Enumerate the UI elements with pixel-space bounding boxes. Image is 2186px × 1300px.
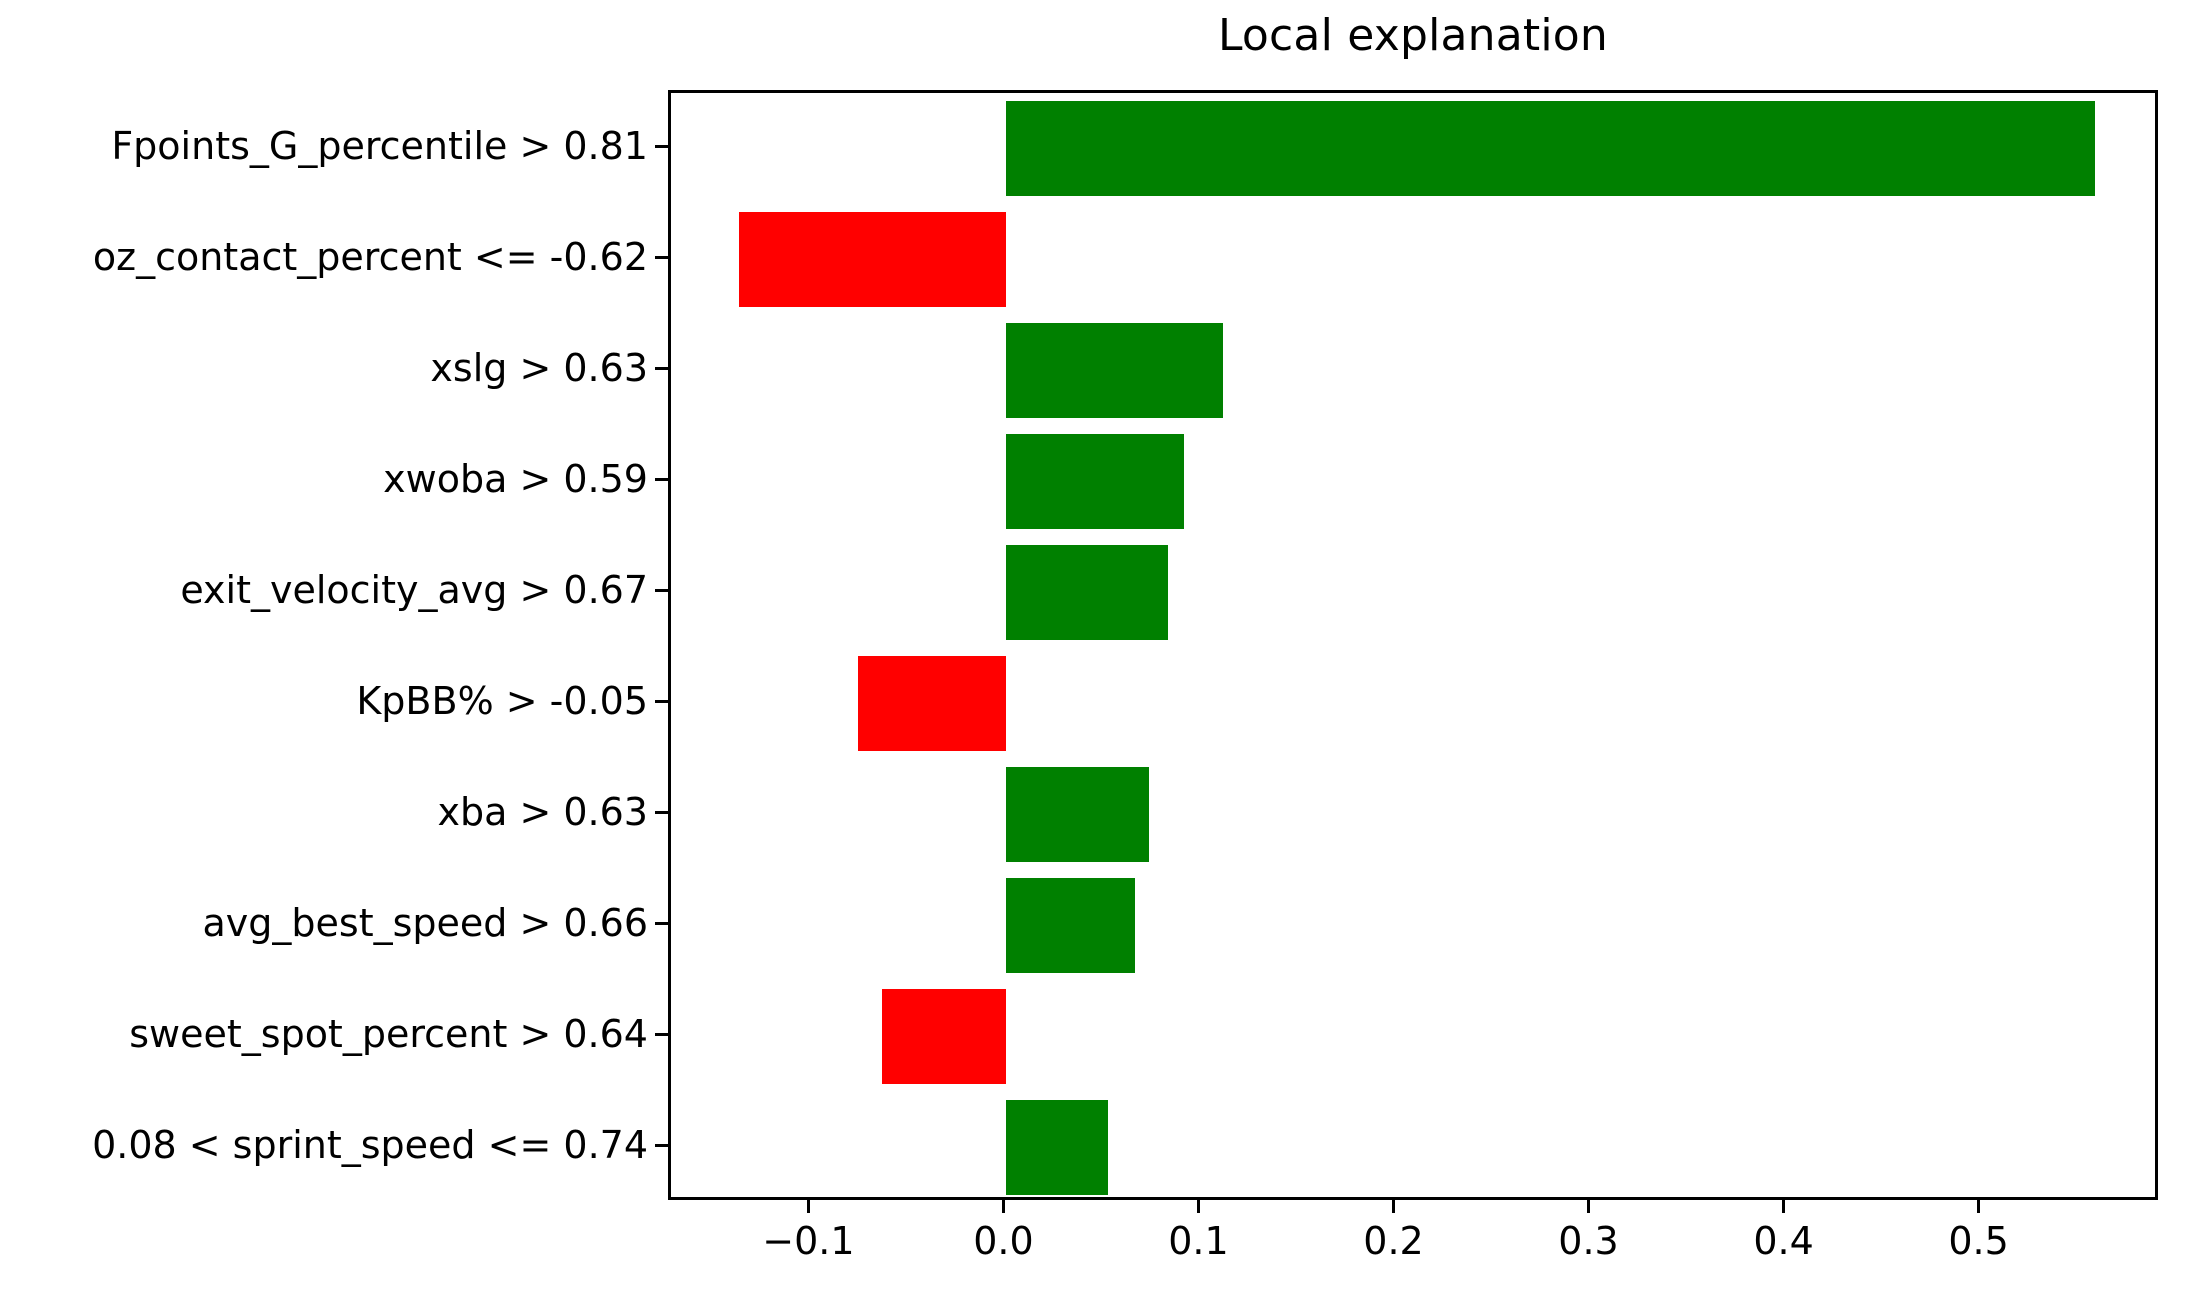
- x-tick-mark-6: [1977, 1200, 1981, 1213]
- y-tick-label-4: exit_velocity_avg > 0.67: [180, 567, 648, 612]
- plot-axes: [668, 90, 2158, 1200]
- y-tick-mark-4: [655, 588, 668, 592]
- bar-3: [1006, 434, 1184, 529]
- y-tick-label-3: xwoba > 0.59: [383, 456, 648, 501]
- x-tick-label-2: 0.1: [1168, 1219, 1229, 1263]
- y-tick-mark-7: [655, 921, 668, 925]
- y-tick-label-0: Fpoints_G_percentile > 0.81: [111, 123, 648, 168]
- x-tick-mark-2: [1196, 1200, 1200, 1213]
- bar-2: [1006, 323, 1223, 418]
- bar-0: [1006, 101, 2095, 196]
- bar-4: [1006, 545, 1169, 640]
- x-tick-mark-4: [1587, 1200, 1591, 1213]
- y-tick-label-7: avg_best_speed > 0.66: [202, 900, 649, 945]
- x-tick-label-1: 0.0: [973, 1219, 1034, 1263]
- y-tick-mark-1: [655, 255, 668, 259]
- y-tick-label-8: sweet_spot_percent > 0.64: [129, 1011, 648, 1056]
- y-tick-label-5: KpBB% > -0.05: [356, 678, 648, 723]
- matplotlib-figure: Local explanation Fpoints_G_percentile >…: [0, 0, 2186, 1300]
- x-tick-label-6: 0.5: [1948, 1219, 2009, 1263]
- x-tick-label-5: 0.4: [1753, 1219, 1814, 1263]
- x-tick-mark-5: [1782, 1200, 1786, 1213]
- y-axis-tick-labels: Fpoints_G_percentile > 0.81 oz_contact_p…: [0, 0, 648, 1300]
- y-tick-mark-8: [655, 1032, 668, 1036]
- y-tick-mark-2: [655, 366, 668, 370]
- y-tick-label-6: xba > 0.63: [437, 789, 648, 834]
- x-tick-mark-3: [1391, 1200, 1395, 1213]
- bar-8: [881, 989, 1007, 1084]
- x-tick-mark-0: [806, 1200, 810, 1213]
- x-tick-label-0: −0.1: [762, 1219, 855, 1263]
- bar-9: [1006, 1100, 1108, 1195]
- y-tick-mark-3: [655, 477, 668, 481]
- bar-1: [739, 212, 1007, 307]
- bar-5: [858, 656, 1007, 751]
- bars-container: [671, 93, 2155, 1197]
- y-tick-mark-5: [655, 699, 668, 703]
- y-tick-mark-9: [655, 1143, 668, 1147]
- y-tick-mark-0: [655, 144, 668, 148]
- x-tick-mark-1: [1001, 1200, 1005, 1213]
- x-tick-label-3: 0.2: [1363, 1219, 1424, 1263]
- y-tick-label-9: 0.08 < sprint_speed <= 0.74: [92, 1122, 648, 1167]
- y-tick-label-1: oz_contact_percent <= -0.62: [92, 234, 648, 279]
- x-tick-label-4: 0.3: [1558, 1219, 1619, 1263]
- y-tick-mark-6: [655, 810, 668, 814]
- bar-7: [1006, 878, 1136, 973]
- chart-title: Local explanation: [1217, 10, 1608, 61]
- y-tick-label-2: xslg > 0.63: [430, 345, 648, 390]
- bar-6: [1006, 767, 1149, 862]
